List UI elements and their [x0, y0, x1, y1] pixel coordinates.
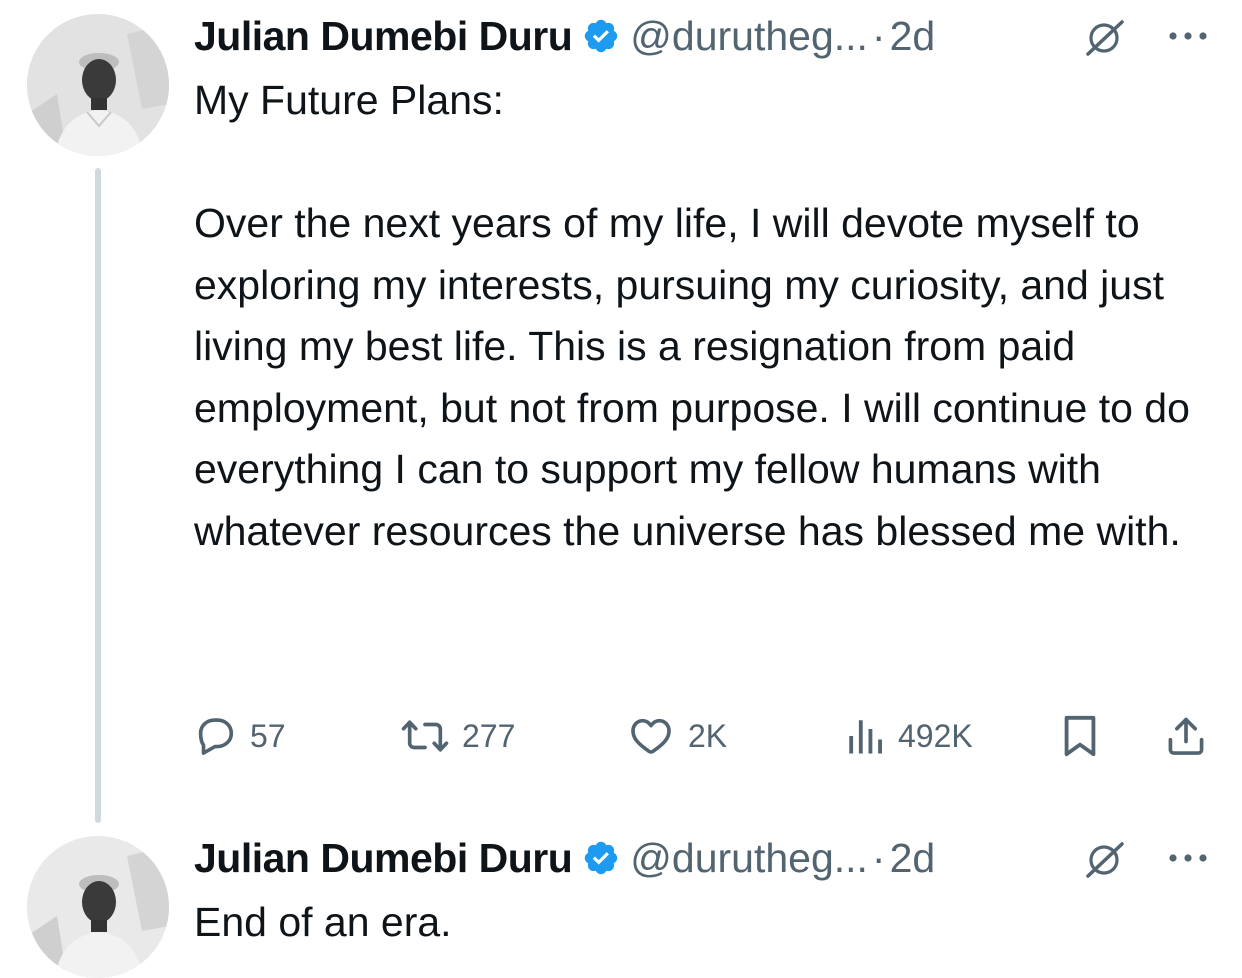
avatar-photo [27, 836, 169, 978]
avatar-photo [27, 14, 169, 156]
author-name[interactable]: Julian Dumebi Duru [194, 13, 573, 60]
bookmark-icon [1064, 715, 1096, 757]
thread-connector-line [95, 168, 101, 823]
share-button[interactable] [1164, 706, 1208, 766]
tweet-header: Julian Dumebi Duru @durutheg... · 2d [194, 8, 935, 64]
more-icon[interactable] [1166, 26, 1210, 46]
author-handle[interactable]: @durutheg... [630, 13, 868, 60]
verified-badge-icon[interactable] [582, 839, 620, 877]
share-icon [1168, 717, 1204, 755]
timestamp[interactable]: 2d [890, 13, 936, 60]
like-button[interactable]: 2K [626, 706, 727, 766]
heart-icon [631, 718, 671, 754]
views-icon [849, 720, 882, 754]
views-button[interactable]: 492K [844, 706, 973, 766]
verified-badge-icon[interactable] [582, 17, 620, 55]
bookmark-button[interactable] [1060, 706, 1100, 766]
tweet-actions: 57 277 2K 492K [192, 706, 1212, 766]
like-count: 2K [688, 717, 728, 754]
grok-icon[interactable] [1082, 18, 1128, 58]
separator-dot: · [871, 12, 886, 59]
views-count: 492K [898, 717, 973, 754]
author-handle[interactable]: @durutheg... [630, 835, 868, 882]
repost-icon [401, 720, 449, 752]
repost-count: 277 [462, 717, 516, 754]
reply-count: 57 [250, 717, 286, 754]
tweet-text: My Future Plans: Over the next years of … [194, 77, 1190, 554]
reply-icon [198, 718, 234, 755]
tweet-header: Julian Dumebi Duru @durutheg... · 2d [194, 830, 935, 886]
avatar[interactable] [27, 836, 169, 978]
tweet-text: End of an era. [194, 899, 452, 945]
repost-button[interactable]: 277 [400, 706, 515, 766]
timestamp[interactable]: 2d [890, 835, 936, 882]
grok-icon[interactable] [1082, 840, 1128, 880]
more-icon[interactable] [1166, 848, 1210, 868]
separator-dot: · [871, 834, 886, 881]
avatar[interactable] [27, 14, 169, 156]
reply-button[interactable]: 57 [192, 706, 286, 766]
author-name[interactable]: Julian Dumebi Duru [194, 835, 573, 882]
